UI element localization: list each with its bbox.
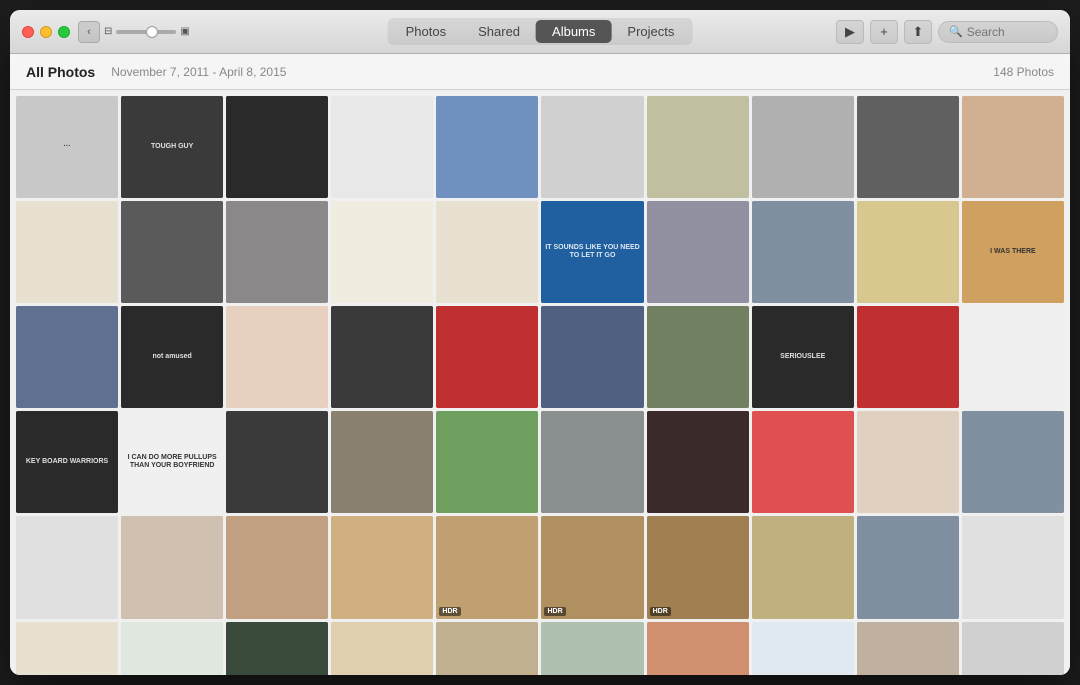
slider-thumb (146, 26, 158, 38)
toolbar: All Photos November 7, 2011 - April 8, 2… (10, 54, 1070, 90)
photo-thumb[interactable]: KEY BOARD WARRIORS (16, 411, 118, 513)
photo-thumb[interactable] (331, 201, 433, 303)
slider-min-icon: ⊟ (104, 26, 112, 37)
photo-thumb[interactable]: IT SOUNDS LIKE YOU NEED TO LET IT GO (541, 201, 643, 303)
tab-projects[interactable]: Projects (611, 20, 690, 43)
photo-thumb[interactable] (16, 516, 118, 618)
play-button[interactable]: ▶ (836, 20, 864, 44)
minimize-button[interactable] (40, 26, 52, 38)
photo-thumb[interactable] (647, 306, 749, 408)
photo-thumb[interactable] (962, 306, 1064, 408)
photo-thumb[interactable]: TOUGH GUY (121, 96, 223, 198)
photo-thumb[interactable]: HDR (541, 516, 643, 618)
maximize-button[interactable] (58, 26, 70, 38)
photo-thumb[interactable] (436, 96, 538, 198)
tab-albums[interactable]: Albums (536, 20, 611, 43)
slider-area: ⊟ ▣ (104, 26, 190, 37)
all-photos-label: All Photos (26, 64, 95, 80)
photo-thumb[interactable]: I CAN DO MORE PULLUPS THAN YOUR BOYFRIEN… (121, 411, 223, 513)
search-box[interactable]: 🔍 (938, 21, 1058, 43)
photo-thumb[interactable] (541, 411, 643, 513)
photo-thumb[interactable] (331, 622, 433, 675)
photo-thumb[interactable] (226, 96, 328, 198)
photo-thumb[interactable] (541, 96, 643, 198)
photo-thumb[interactable] (16, 306, 118, 408)
photo-thumb[interactable] (121, 622, 223, 675)
photo-thumb[interactable] (436, 201, 538, 303)
tab-shared[interactable]: Shared (462, 20, 536, 43)
photo-thumb[interactable] (857, 306, 959, 408)
hdr-badge: HDR (650, 607, 671, 616)
photo-thumb[interactable] (752, 516, 854, 618)
titlebar: ‹ ⊟ ▣ Photos Shared Albums Projects ▶ + … (10, 10, 1070, 54)
photo-thumb[interactable] (857, 411, 959, 513)
photo-thumb[interactable] (647, 201, 749, 303)
photo-thumb[interactable] (962, 96, 1064, 198)
photo-thumb[interactable]: SERIOUSLEE (752, 306, 854, 408)
photo-grid: ···TOUGH GUY IT SOUNDS LIKE YOU NEED TO L… (16, 96, 1064, 675)
photo-thumb[interactable] (121, 516, 223, 618)
photo-thumb[interactable] (226, 516, 328, 618)
photo-thumb[interactable]: HDR (857, 622, 959, 675)
photo-thumb[interactable] (331, 306, 433, 408)
photo-thumb[interactable] (647, 622, 749, 675)
photo-thumb[interactable] (331, 96, 433, 198)
photo-thumb[interactable]: ··· (16, 96, 118, 198)
photo-thumb[interactable]: HDR (752, 622, 854, 675)
traffic-lights (22, 26, 70, 38)
photo-thumb[interactable] (857, 516, 959, 618)
photo-thumb[interactable] (226, 411, 328, 513)
photo-thumb[interactable] (226, 622, 328, 675)
search-icon: 🔍 (949, 25, 963, 38)
photo-thumb[interactable] (857, 96, 959, 198)
close-button[interactable] (22, 26, 34, 38)
photo-thumb[interactable] (436, 411, 538, 513)
photo-thumb[interactable] (752, 411, 854, 513)
photo-thumb[interactable]: HDR (436, 516, 538, 618)
back-button[interactable]: ‹ (78, 21, 100, 43)
photo-thumb[interactable] (226, 306, 328, 408)
photos-app-window: ‹ ⊟ ▣ Photos Shared Albums Projects ▶ + … (10, 10, 1070, 675)
share-button[interactable]: ⬆ (904, 20, 932, 44)
photo-thumb[interactable] (226, 201, 328, 303)
nav-tabs: Photos Shared Albums Projects (388, 18, 693, 45)
photo-thumb[interactable] (436, 622, 538, 675)
photo-thumb[interactable] (331, 411, 433, 513)
tab-photos[interactable]: Photos (390, 20, 462, 43)
photo-thumb[interactable] (857, 201, 959, 303)
photo-thumb[interactable] (436, 306, 538, 408)
photo-thumb[interactable] (647, 411, 749, 513)
slider-track[interactable] (116, 30, 176, 34)
photo-thumb[interactable]: I WAS THERE (962, 201, 1064, 303)
photo-thumb[interactable] (16, 622, 118, 675)
hdr-badge: HDR (439, 607, 460, 616)
slider-max-icon: ▣ (180, 26, 189, 37)
search-input[interactable] (967, 25, 1047, 39)
photo-count: 148 Photos (993, 65, 1054, 79)
add-button[interactable]: + (870, 20, 898, 44)
hdr-badge: HDR (544, 607, 565, 616)
photo-thumb[interactable]: not amused (121, 306, 223, 408)
photo-thumb[interactable] (16, 201, 118, 303)
photo-thumb[interactable] (962, 411, 1064, 513)
photo-thumb[interactable] (962, 516, 1064, 618)
photo-thumb[interactable] (647, 96, 749, 198)
date-range: November 7, 2011 - April 8, 2015 (111, 65, 993, 79)
photo-thumb[interactable] (541, 622, 643, 675)
photos-area[interactable]: ···TOUGH GUY IT SOUNDS LIKE YOU NEED TO L… (10, 90, 1070, 675)
photo-thumb[interactable] (752, 201, 854, 303)
photo-thumb[interactable]: HDR (647, 516, 749, 618)
photo-thumb[interactable] (752, 96, 854, 198)
photo-thumb[interactable] (331, 516, 433, 618)
photo-thumb[interactable] (541, 306, 643, 408)
photo-thumb[interactable] (121, 201, 223, 303)
photo-thumb[interactable] (962, 622, 1064, 675)
titlebar-right: ▶ + ⬆ 🔍 (836, 20, 1058, 44)
